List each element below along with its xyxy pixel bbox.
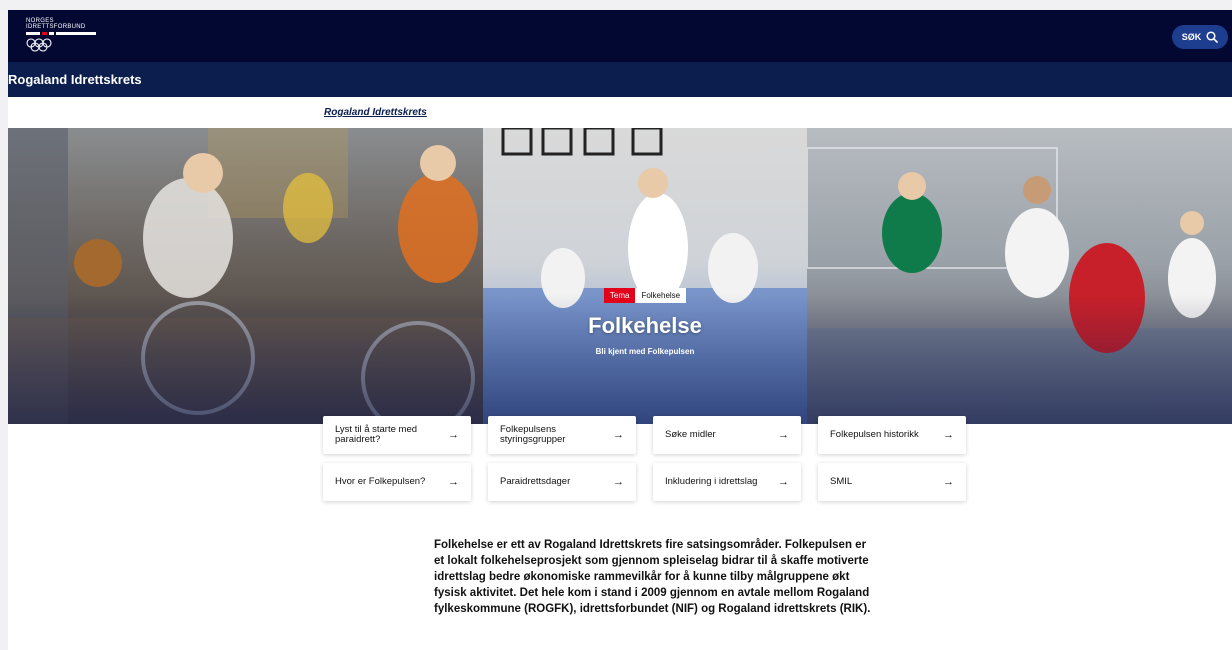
link-card-label: Lyst til å starte med paraidrett? xyxy=(335,424,418,445)
arrow-right-icon: → xyxy=(778,429,789,441)
link-card-paraidrettsdager[interactable]: Paraidrettsdager → xyxy=(488,463,636,501)
link-card-soke-midler[interactable]: Søke midler → xyxy=(653,416,801,454)
arrow-right-icon: → xyxy=(448,476,459,488)
hero-tags: Tema Folkehelse xyxy=(483,288,807,303)
hero-text-block: Tema Folkehelse Folkehelse Bli kjent med… xyxy=(483,288,807,356)
logo-text-idrettsforbund: IDRETTSFORBUND xyxy=(26,24,86,30)
link-card-label: Folkepulsens styringsgrupper xyxy=(500,424,566,445)
tag-type[interactable]: Tema xyxy=(603,288,636,303)
arrow-right-icon: → xyxy=(613,476,624,488)
section-title-link[interactable]: Rogaland Idrettskrets xyxy=(8,72,142,87)
link-card-smil[interactable]: SMIL → xyxy=(818,463,966,501)
link-card-styringsgrupper[interactable]: Folkepulsens styringsgrupper → xyxy=(488,416,636,454)
link-card-label: Søke midler xyxy=(665,429,716,440)
link-card-label: Folkepulsen historikk xyxy=(830,429,919,440)
search-button[interactable]: SØK xyxy=(1172,25,1228,49)
arrow-right-icon: → xyxy=(613,429,624,441)
link-card-label: Inkludering i idrettslag xyxy=(665,476,758,487)
arrow-right-icon: → xyxy=(448,429,459,441)
hero-banner: Tema Folkehelse Folkehelse Bli kjent med… xyxy=(8,128,1232,424)
top-navigation-bar: NORGES IDRETTSFORBUND SØK xyxy=(8,10,1232,62)
search-button-label: SØK xyxy=(1181,32,1202,42)
search-icon xyxy=(1206,31,1219,43)
arrow-right-icon: → xyxy=(943,476,954,488)
section-bar: Rogaland Idrettskrets xyxy=(8,62,1232,97)
arrow-right-icon: → xyxy=(778,476,789,488)
hero-image-handball xyxy=(807,128,1232,424)
page: NORGES IDRETTSFORBUND SØK Rogaland Idret… xyxy=(8,10,1232,650)
link-card-historikk[interactable]: Folkepulsen historikk → xyxy=(818,416,966,454)
breadcrumb[interactable]: Rogaland Idrettskrets xyxy=(324,107,427,118)
tag-name[interactable]: Folkehelse xyxy=(635,288,687,303)
link-card-label: Paraidrettsdager xyxy=(500,476,571,487)
hero-title: Folkehelse xyxy=(588,313,702,338)
link-card-label: SMIL xyxy=(830,476,853,487)
link-card-paraidrett[interactable]: Lyst til å starte med paraidrett? → xyxy=(323,416,471,454)
intro-paragraph: Folkehelse er ett av Rogaland Idrettskre… xyxy=(434,539,871,615)
link-card-label: Hvor er Folkepulsen? xyxy=(335,476,426,487)
link-card-inkludering[interactable]: Inkludering i idrettslag → xyxy=(653,463,801,501)
olympic-rings-icon xyxy=(26,38,52,52)
arrow-right-icon: → xyxy=(943,429,954,441)
hero-image-karate xyxy=(483,128,807,424)
link-card-hvor-er-folkepulsen[interactable]: Hvor er Folkepulsen? → xyxy=(323,463,471,501)
hero-subtitle: Bli kjent med Folkepulsen xyxy=(595,347,695,356)
nif-logo[interactable]: NORGES IDRETTSFORBUND xyxy=(26,18,106,56)
hero-image-wheelchair-basketball xyxy=(8,128,483,424)
